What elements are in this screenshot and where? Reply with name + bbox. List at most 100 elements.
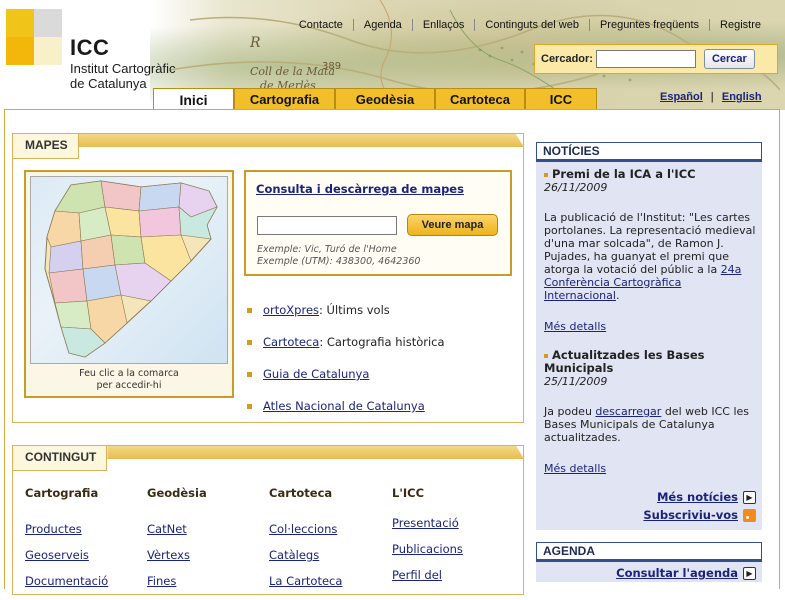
logo-square-yellow xyxy=(6,9,34,37)
sidebar-links: Més notícies ▶ Subscriviu-vos xyxy=(643,488,756,524)
nav-preguntes-frequents[interactable]: Preguntes freqüents xyxy=(588,19,709,31)
link-publicacions[interactable]: Publicacions xyxy=(392,542,463,568)
mes-noticies-link[interactable]: Més notícies xyxy=(657,490,738,504)
list-item: Guia de Catalunya xyxy=(247,358,445,390)
rss-icon[interactable] xyxy=(743,508,756,522)
bullet-icon xyxy=(247,339,252,345)
mes-detalls-link[interactable]: Més detalls xyxy=(544,320,606,333)
link-perfil-del[interactable]: Perfil del xyxy=(392,568,463,594)
link-productes[interactable]: Productes xyxy=(25,522,108,548)
tab-geodesia[interactable]: Geodèsia xyxy=(335,88,435,110)
list-item: Cartoteca : Cartografia històrica xyxy=(247,326,445,358)
contingut-panel: CONTINGUT Cartografia Productes Geoserve… xyxy=(12,445,524,595)
link-catalegs[interactable]: Catàlegs xyxy=(269,548,342,574)
search-box: Cercador: Cercar xyxy=(534,44,778,74)
header-bar xyxy=(107,445,524,459)
catalonia-map-box: Feu clic a la comarca per accedir-hi xyxy=(24,170,234,398)
logo-title: ICC xyxy=(70,35,110,60)
column-cartografia: Cartografia Productes Geoserveis Documen… xyxy=(25,486,108,600)
more-details-row: Més detalls xyxy=(544,462,760,475)
news-body: La publicació de l'Institut: "Les cartes… xyxy=(544,211,760,302)
link-documentacio[interactable]: Documentació xyxy=(25,574,108,600)
column-icc: L'ICC Presentació Publicacions Perfil de… xyxy=(392,486,463,594)
news-title-text: Actualitzades les Bases Municipals xyxy=(544,348,705,375)
subscriviu-vos-link[interactable]: Subscriviu-vos xyxy=(643,508,738,522)
mes-detalls-link[interactable]: Més detalls xyxy=(544,462,606,475)
link-vertexs[interactable]: Vèrtexs xyxy=(147,548,207,574)
catalonia-map-shape[interactable] xyxy=(31,177,228,364)
top-navigation: Contacte Agenda Enllaços Continguts del … xyxy=(289,19,771,31)
consulta-box: Consulta i descàrrega de mapes Veure map… xyxy=(244,170,512,276)
contingut-title: CONTINGUT xyxy=(12,445,108,471)
example-text: Exemple: Vic, Turó de l'Home xyxy=(257,244,397,255)
map-links-list: ortoXpres : Últims vols Cartoteca : Cart… xyxy=(247,294,445,422)
mapes-panel: MAPES Feu clic a la comarca per accedir-… xyxy=(12,133,524,423)
tab-cartografia[interactable]: Cartografia xyxy=(234,88,335,110)
link-descarregar[interactable]: descarregar xyxy=(595,405,661,418)
link-presentacio[interactable]: Presentació xyxy=(392,516,463,542)
map-caption-line2: per accedir-hi xyxy=(96,380,162,391)
map-label: 389 xyxy=(322,61,341,72)
news-title-text: Premi de la ICA a l'ICC xyxy=(552,167,696,181)
noticies-title: NOTÍCIES xyxy=(536,142,762,162)
link-ortoxpres[interactable]: ortoXpres xyxy=(263,303,319,317)
more-news-row: Més notícies ▶ xyxy=(643,488,756,506)
header-bar xyxy=(78,133,524,147)
mapes-panel-header: MAPES xyxy=(12,133,524,159)
nav-contacte[interactable]: Contacte xyxy=(289,19,353,31)
tab-inici[interactable]: Inici xyxy=(153,88,234,111)
nav-continguts-web[interactable]: Continguts del web xyxy=(474,19,589,31)
link-atles-nacional[interactable]: Atles Nacional de Catalunya xyxy=(263,399,425,413)
bullet-icon xyxy=(544,172,548,177)
news-date: 25/11/2009 xyxy=(544,375,608,388)
news-date: 26/11/2009 xyxy=(544,181,608,194)
arrow-right-icon[interactable]: ▶ xyxy=(743,490,756,504)
map-label: R xyxy=(249,35,261,51)
search-input[interactable] xyxy=(595,50,696,68)
catalonia-comarques-map[interactable] xyxy=(30,176,228,364)
link-description: : Últims vols xyxy=(319,303,390,317)
lang-separator: | xyxy=(710,91,714,103)
veure-mapa-button[interactable]: Veure mapa xyxy=(407,214,498,236)
search-button[interactable]: Cercar xyxy=(703,49,755,69)
consulta-title-link[interactable]: Consulta i descàrrega de mapes xyxy=(256,182,464,196)
agenda-link-row: Consultar l'agenda ▶ xyxy=(616,566,756,580)
bullet-icon xyxy=(544,353,548,358)
mapes-title: MAPES xyxy=(12,133,79,159)
link-guia-catalunya[interactable]: Guia de Catalunya xyxy=(263,367,369,381)
link-geoserveis[interactable]: Geoserveis xyxy=(25,548,108,574)
arrow-right-icon[interactable]: ▶ xyxy=(743,566,756,580)
news-body-text: . xyxy=(615,289,620,302)
agenda-box: AGENDA Consultar l'agenda ▶ xyxy=(536,542,762,582)
tab-cartoteca[interactable]: Cartoteca xyxy=(435,88,525,110)
nav-agenda[interactable]: Agenda xyxy=(352,19,412,31)
news-title: Actualitzades les Bases Municipals xyxy=(544,349,760,375)
link-colleccions[interactable]: Col·leccions xyxy=(269,522,342,548)
tab-icc[interactable]: ICC xyxy=(525,88,597,110)
column-heading: Geodèsia xyxy=(147,486,207,500)
place-search-input[interactable] xyxy=(257,216,397,235)
column-geodesia: Geodèsia CatNet Vèrtexs Fines xyxy=(147,486,207,600)
consultar-agenda-link[interactable]: Consultar l'agenda xyxy=(616,566,738,580)
link-fines[interactable]: Fines xyxy=(147,574,207,600)
search-label: Cercador: xyxy=(541,53,593,65)
link-cartoteca[interactable]: Cartoteca xyxy=(263,335,319,349)
logo-subtitle-line1: Institut Cartogràfic xyxy=(70,61,176,76)
column-cartoteca: Cartoteca Col·leccions Catàlegs La Carto… xyxy=(269,486,342,600)
logo-subtitle-line2: de Catalunya xyxy=(70,76,147,91)
logo-square-grey xyxy=(34,9,62,37)
lang-spanish[interactable]: Español xyxy=(660,91,703,103)
nav-registre[interactable]: Registre xyxy=(709,19,771,31)
icc-logo[interactable]: ICC Institut Cartogràfic de Catalunya xyxy=(6,9,176,91)
column-heading: Cartoteca xyxy=(269,486,333,500)
column-heading: Cartografia xyxy=(25,486,99,500)
bullet-icon xyxy=(247,307,252,313)
bullet-icon xyxy=(247,371,252,377)
link-catnet[interactable]: CatNet xyxy=(147,522,207,548)
link-la-cartoteca[interactable]: La Cartoteca xyxy=(269,574,342,600)
lang-english[interactable]: English xyxy=(722,91,762,103)
map-caption: Feu clic a la comarca per accedir-hi xyxy=(26,368,232,392)
link-description: : Cartografia històrica xyxy=(319,335,445,349)
map-caption-line1: Feu clic a la comarca xyxy=(79,368,179,379)
nav-enllacos[interactable]: Enllaços xyxy=(411,19,475,31)
